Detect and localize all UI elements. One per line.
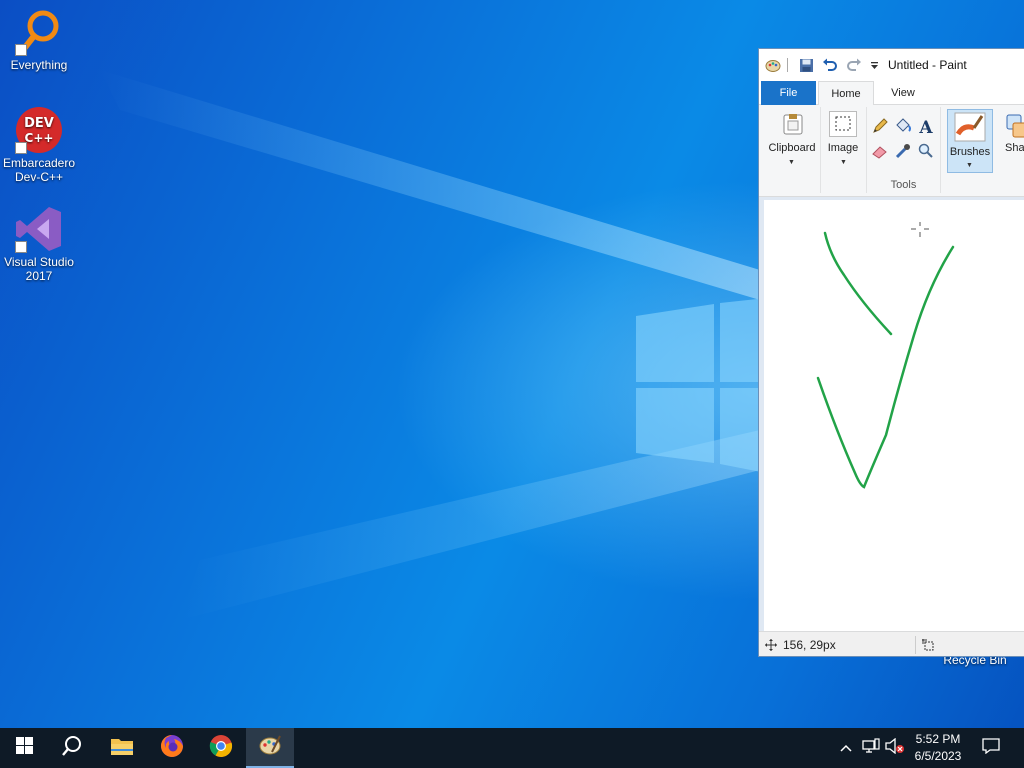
search-button[interactable] (48, 728, 96, 768)
shapes-label: Sha (1005, 142, 1024, 154)
clipboard-dropdown-icon: ▼ (788, 159, 795, 166)
green-stroke-1 (823, 231, 893, 336)
desktop-icon-visual-studio[interactable]: Visual Studio 2017 (1, 205, 77, 283)
brushes-button[interactable]: Brushes ▼ (947, 109, 993, 173)
brushes-dropdown-icon: ▼ (966, 162, 973, 169)
magnifier-icon[interactable] (917, 142, 935, 160)
chrome-icon (209, 734, 233, 763)
desktop-icon-label: Everything (10, 58, 68, 72)
desktop-icon-everything[interactable]: Everything (1, 8, 77, 72)
taskbar-file-explorer[interactable] (98, 728, 146, 768)
brush-icon (954, 112, 986, 142)
move-cursor-icon (765, 639, 777, 654)
notification-icon (982, 737, 1000, 759)
shapes-icon (1005, 113, 1024, 139)
tools-group: A Tools (867, 107, 941, 193)
color-picker-icon[interactable] (894, 142, 912, 160)
drawing-canvas[interactable] (764, 200, 1024, 631)
select-icon (829, 111, 857, 137)
image-label: Image (827, 142, 859, 154)
firefox-icon (160, 734, 184, 763)
desktop-icon-devcpp[interactable]: DEV C++ Embarcadero Dev-C++ (1, 106, 77, 184)
start-icon (15, 737, 33, 759)
undo-icon[interactable] (820, 55, 840, 75)
paint-window[interactable]: Untitled - Paint File Home View Clipboar… (758, 48, 1024, 657)
desktop-icon-label: Embarcadero Dev-C++ (2, 156, 76, 184)
crosshair-cursor-icon (911, 222, 929, 237)
clock-date: 6/5/2023 (914, 749, 962, 763)
taskbar-paint[interactable] (246, 728, 294, 768)
svg-text:DEV: DEV (24, 116, 54, 131)
file-explorer-icon (110, 736, 134, 761)
shapes-group[interactable]: Sha (999, 107, 1024, 193)
clipboard-label: Clipboard (768, 142, 816, 154)
paint-app-icon[interactable] (763, 55, 783, 75)
image-group[interactable]: Image ▼ (823, 107, 867, 193)
everything-icon (13, 8, 65, 56)
window-title: Untitled - Paint (888, 58, 967, 72)
windows-logo-wallpaper (636, 298, 766, 473)
taskbar: 5:52 PM 6/5/2023 (0, 728, 1024, 768)
fill-bucket-icon[interactable] (894, 117, 912, 135)
network-icon (862, 737, 880, 759)
shortcut-arrow-icon (15, 44, 27, 56)
taskbar-firefox[interactable] (148, 728, 196, 768)
volume-tray-button[interactable] (884, 728, 906, 768)
search-icon (61, 735, 83, 762)
paint-icon (258, 734, 282, 761)
clock-time: 5:52 PM (915, 732, 961, 746)
image-dropdown-icon: ▼ (840, 159, 847, 166)
eraser-icon[interactable] (871, 142, 889, 160)
start-button[interactable] (0, 728, 48, 768)
ribbon-tabs: File Home View (759, 81, 1024, 105)
desktop-icon-label: Visual Studio 2017 (4, 255, 74, 283)
taskbar-chrome[interactable] (197, 728, 245, 768)
tab-home[interactable]: Home (818, 81, 874, 105)
tab-file[interactable]: File (761, 81, 816, 105)
ribbon-home: Clipboard ▼ Image ▼ A Tools Brushes ▼ Sh… (759, 105, 1024, 197)
green-stroke-2 (816, 245, 955, 489)
canvas-area (759, 197, 1024, 631)
taskbar-clock[interactable]: 5:52 PM 6/5/2023 (906, 731, 970, 765)
quick-access-toolbar: Untitled - Paint (759, 49, 1024, 81)
chevron-up-icon (840, 739, 852, 757)
clipboard-group[interactable]: Clipboard ▼ (763, 107, 821, 193)
customize-qat-icon[interactable] (868, 55, 880, 75)
brushes-label: Brushes (949, 146, 991, 158)
redo-icon[interactable] (844, 55, 864, 75)
svg-text:C++: C++ (25, 131, 54, 145)
canvas-drawing (816, 222, 955, 489)
shortcut-arrow-icon (15, 142, 27, 154)
svg-text:A: A (918, 118, 933, 135)
volume-muted-icon (885, 737, 905, 759)
shortcut-arrow-icon (15, 241, 27, 253)
selection-size-icon (922, 639, 935, 655)
save-icon[interactable] (796, 55, 816, 75)
action-center-button[interactable] (978, 728, 1004, 768)
status-bar: 156, 29px (759, 631, 1024, 656)
status-divider (915, 636, 916, 654)
qat-separator (787, 58, 788, 72)
show-hidden-icons-button[interactable] (836, 728, 856, 768)
devcpp-icon: DEV C++ (13, 106, 65, 154)
text-icon[interactable]: A (917, 117, 935, 138)
visual-studio-icon (13, 205, 65, 253)
pencil-icon[interactable] (871, 117, 889, 135)
clipboard-icon (782, 113, 804, 135)
tab-view[interactable]: View (875, 81, 931, 105)
network-tray-button[interactable] (860, 728, 882, 768)
tools-group-label: Tools (890, 179, 917, 191)
cursor-coordinates: 156, 29px (783, 638, 836, 652)
